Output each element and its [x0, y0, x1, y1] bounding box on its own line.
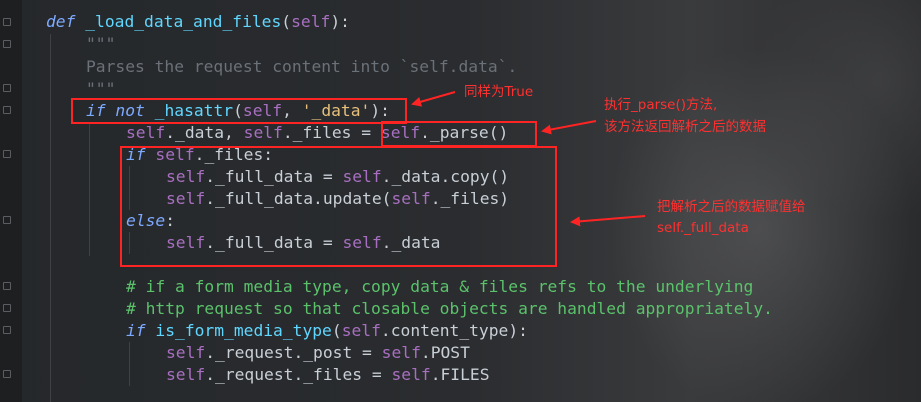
arrow-note1 [411, 91, 456, 107]
annotation-note1: 同样为True [464, 84, 534, 100]
arrow-note2 [541, 120, 597, 135]
arrow-note3 [570, 215, 646, 227]
annotation-note3-line2: self._full_data [657, 220, 749, 236]
annotation-note3-line1: 把解析之后的数据赋值给 [657, 199, 806, 215]
annotation-note2-line1: 执行_parse()方法, [604, 97, 718, 113]
annotation-note2-line2: 该方法返回解析之后的数据 [604, 119, 766, 135]
